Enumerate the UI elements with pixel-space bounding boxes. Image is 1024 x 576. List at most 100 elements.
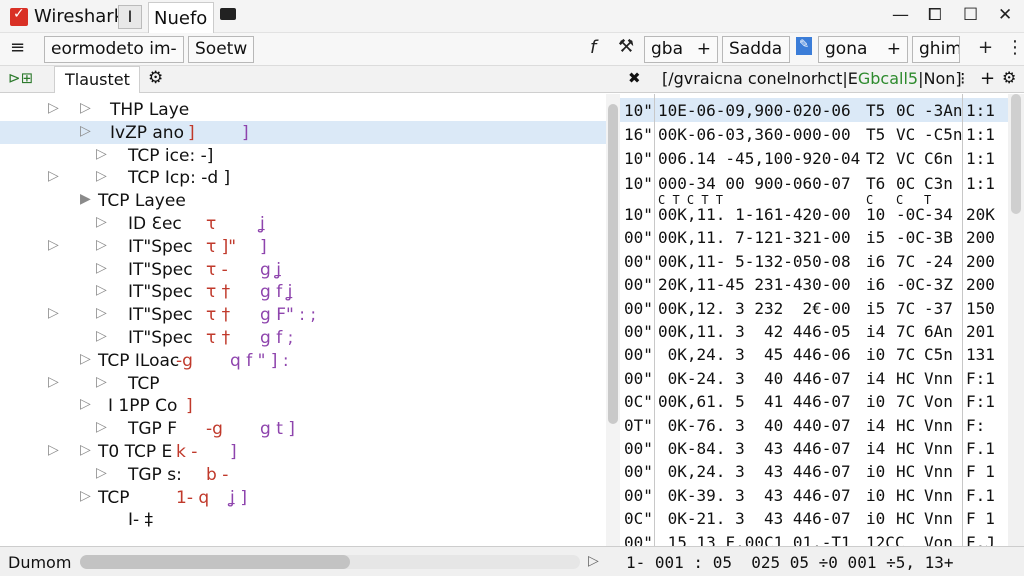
expand-arrow-icon[interactable]: ▷ — [96, 168, 107, 184]
byte-row[interactable]: 00" 0K,24. 3 43 446-07 i0 HC Vnn F 1 — [620, 459, 1024, 483]
tree-row[interactable]: ▷ I 1PP Co] — [0, 394, 606, 417]
settings-icon[interactable]: ⚒ — [618, 36, 634, 57]
byte-row[interactable]: 00" 0K-39. 3 43 446-07 i0 HC Vnn F.1 — [620, 483, 1024, 507]
tree-row[interactable]: ▷ TCP ice: ‑] — [0, 144, 606, 167]
byte-row[interactable]: 00" 00K,11. 7-121-321-00 i5 -0C -3B 200 — [620, 225, 1024, 249]
tab-badge[interactable]: I — [118, 5, 142, 29]
tree-node-marker-icon[interactable]: ▷ — [48, 305, 59, 321]
expand-arrow-icon[interactable]: ▷ — [80, 442, 91, 458]
byte-row[interactable]: 10" 006.14 -45,100-920-04 T2 VC C6n 1:1 — [620, 146, 1024, 170]
function-icon[interactable]: f — [590, 37, 596, 58]
expand-arrow-icon[interactable]: ▷ — [80, 123, 91, 139]
menu-icon[interactable]: ≡ — [10, 37, 25, 58]
tree-row[interactable]: ▷ ▷ THP Laye — [0, 98, 606, 121]
column-box-3-add-icon[interactable]: + — [887, 37, 901, 62]
settings-gear-icon[interactable]: ⚙ — [1002, 68, 1016, 87]
expand-arrow-icon[interactable]: ▷ — [80, 488, 91, 504]
expand-arrow-icon[interactable]: ▷ — [96, 237, 107, 253]
expand-all-icon[interactable]: ⊳⊞ — [8, 69, 33, 87]
tree-row[interactable]: ▷ IT"Spec τ † g f ʝ — [0, 280, 606, 303]
byte-row[interactable]: 10" 00K,11. 1-161-420-00 10 -0C -34 20K — [620, 202, 1024, 226]
expand-arrow-icon[interactable]: ▷ — [96, 146, 107, 162]
tree-row[interactable]: ▷ IvZP ano]] — [0, 120, 606, 144]
expand-arrow-icon[interactable]: ▷ — [80, 396, 91, 412]
tree-row[interactable]: ▶ TCP Layee — [0, 189, 606, 212]
tree-row[interactable]: ▷ TCP 1‑ q ʝ ] — [0, 486, 606, 509]
expand-arrow-icon[interactable]: ▷ — [96, 282, 107, 298]
byte-cell-d: HC — [896, 509, 916, 529]
tab-details[interactable]: Tlaustet — [54, 66, 140, 93]
tree-row[interactable]: ▷ ▷ IT"Spec τ ]"] — [0, 235, 606, 258]
column-box-4[interactable]: ghim — [912, 36, 960, 63]
column-box-2[interactable]: Sadda — [722, 36, 790, 63]
tree-row[interactable]: ▷ ▷ TCP Icp: ‑d ] — [0, 166, 606, 189]
byte-row[interactable]: 00" 0K-24. 3 40 446-07 i4 HC Vnn F:1 — [620, 366, 1024, 390]
column-box-1-add-icon[interactable]: + — [697, 37, 711, 62]
gear-icon[interactable]: ⚙ — [148, 68, 163, 88]
byte-row[interactable]: 00" 20K,11-45 231-430-00 i6 -0C -3Z 200 — [620, 272, 1024, 296]
expand-arrow-icon[interactable]: ▷ — [80, 351, 91, 367]
byte-row[interactable]: 00" 00K,11. 3 42 446-05 i4 7C 6An 201 — [620, 319, 1024, 343]
maximize-icon[interactable]: ☐ — [963, 5, 978, 25]
expand-arrow-icon[interactable]: ▷ — [96, 328, 107, 344]
more-icon-2[interactable]: ⁝ — [960, 69, 965, 89]
plus-icon[interactable]: + — [980, 68, 995, 89]
tree-row[interactable]: ▷ IT"Spec τ † g f ; — [0, 326, 606, 349]
close-x-icon[interactable]: ✖ — [628, 69, 641, 87]
byte-row[interactable]: 00" 0K-84. 3 43 446-07 i4 HC Vnn F.1 — [620, 436, 1024, 460]
colorize-icon[interactable]: ✎ — [796, 37, 812, 55]
more-icon[interactable]: ⋮ — [1006, 37, 1024, 58]
byte-row[interactable]: 00" 00K,11- 5-132-050-08 i6 7C -24 200 — [620, 249, 1024, 273]
expand-arrow-icon[interactable]: ▷ — [96, 465, 107, 481]
tree-scrollbar-thumb[interactable] — [608, 104, 618, 424]
tree-row[interactable]: ▷ IT"Spec τ ‑ g ʝ — [0, 258, 606, 281]
column-box-1[interactable]: gba + — [644, 36, 718, 63]
byte-row[interactable]: 00" 0K,24. 3 45 446-06 i0 7C C5n 131 — [620, 342, 1024, 366]
byte-row[interactable]: 0T" 0K-76. 3 40 440-07 i4 HC Vnn F: — [620, 413, 1024, 437]
scroll-right-icon[interactable]: ▷ — [588, 553, 599, 569]
tree-row[interactable]: ▷ ID Ɛec τ ʝ — [0, 212, 606, 235]
apply-filter-button[interactable]: Soetw — [188, 36, 254, 63]
horizontal-scrollbar[interactable] — [80, 555, 580, 569]
restore-icon[interactable]: ⧠ — [928, 5, 942, 25]
tree-node-marker-icon[interactable]: ▷ — [48, 168, 59, 184]
tree-row[interactable]: ▷ ▷ T0 TCP Ek ‑] — [0, 440, 606, 463]
byte-row[interactable]: 0C" 00K,61. 5 41 446-07 i0 7C Von F:1 — [620, 389, 1024, 413]
close-icon[interactable]: ✕ — [998, 5, 1012, 25]
hex-scrollbar[interactable] — [1008, 94, 1024, 546]
tree-node-marker-icon[interactable]: ▷ — [48, 442, 59, 458]
expand-arrow-icon[interactable]: ▷ — [96, 214, 107, 230]
minimize-icon[interactable]: — — [892, 5, 909, 25]
tree-row[interactable]: ▷ ▷ IT"Spec τ † g F" : ; — [0, 303, 606, 326]
expand-arrow-icon[interactable]: ▷ — [96, 374, 107, 390]
hex-scrollbar-thumb[interactable] — [1011, 94, 1021, 214]
packet-bytes-pane[interactable]: 10" 10E-06-09,900-020-06 T5 0C -3An 1:1 16" 00K… — [620, 94, 1024, 546]
tree-node-marker-icon[interactable]: ▷ — [48, 237, 59, 253]
expand-arrow-icon[interactable]: ▷ — [96, 260, 107, 276]
byte-row[interactable]: 16" 00K-06-03,360-000-00 T5 VC -C5n 1:1 — [620, 122, 1024, 146]
tree-row[interactable]: I‐ ‡ — [0, 508, 606, 531]
byte-row[interactable]: 0C" 0K-21. 3 43 446-07 i0 HC Vnn F 1 — [620, 506, 1024, 530]
tab-nuefo[interactable]: Nuefo — [148, 2, 214, 33]
expand-arrow-icon[interactable]: ▶ — [80, 191, 91, 207]
byte-row[interactable]: 00" 00K,12. 3 232 2€-00 i5 7C -37 150 — [620, 296, 1024, 320]
display-filter-input[interactable]: eormodeto im- — [44, 36, 184, 63]
column-box-3[interactable]: gona + — [818, 36, 908, 63]
tree-row[interactable]: ▷ TGP s: b ‑ — [0, 463, 606, 486]
add-icon[interactable]: + — [978, 37, 993, 58]
tree-node-marker-icon[interactable]: ▷ — [48, 100, 59, 116]
expand-arrow-icon[interactable]: ▷ — [96, 419, 107, 435]
byte-cell-b: 00K,11- 5-132-050-08 — [658, 251, 851, 271]
byte-row[interactable]: 00" 15 13 F.00C1 01.-T1 12CC Von F.J — [620, 530, 1024, 546]
tree-node-marker-icon[interactable]: ▷ — [48, 374, 59, 390]
horizontal-scrollbar-thumb[interactable] — [80, 555, 350, 569]
folder-icon[interactable] — [220, 8, 236, 20]
tree-row[interactable]: ▷ TGP F ‑g g t ] — [0, 417, 606, 440]
tree-row[interactable]: ▷ TCP ILoac ‑g q f " ] : — [0, 349, 606, 372]
tree-scrollbar[interactable] — [606, 94, 620, 546]
tree-row[interactable]: ▷ ▷ TCP — [0, 372, 606, 395]
packet-details-tree[interactable]: ▷ ▷ THP Laye ▷ IvZP ano]] ▷ TCP ice: ‑] ▷ ▷ TCP I… — [0, 94, 606, 546]
byte-row[interactable]: 10" 10E-06-09,900-020-06 T5 0C -3An 1:1 — [620, 98, 1024, 122]
expand-arrow-icon[interactable]: ▷ — [80, 100, 91, 116]
expand-arrow-icon[interactable]: ▷ — [96, 305, 107, 321]
